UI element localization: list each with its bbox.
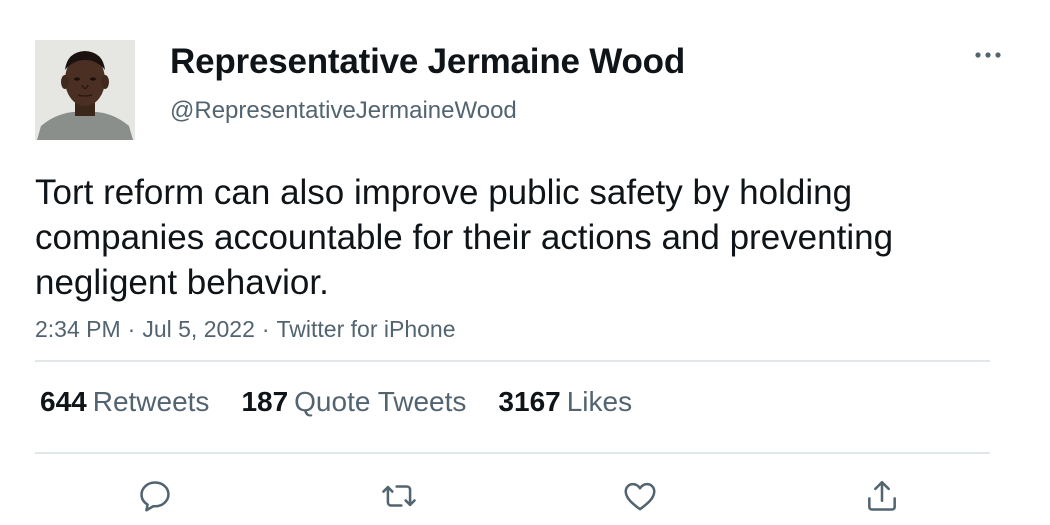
avatar[interactable] xyxy=(35,40,135,140)
likes-label: Likes xyxy=(566,386,633,417)
author-display-name[interactable]: Representative Jermaine Wood xyxy=(170,42,685,82)
tweet-meta: 2:34 PM · Jul 5, 2022 · Twitter for iPhone xyxy=(35,316,456,343)
meta-separator: · xyxy=(127,316,136,342)
action-bar xyxy=(0,474,1050,518)
divider xyxy=(35,360,990,362)
reply-button[interactable] xyxy=(133,474,177,518)
heart-icon xyxy=(624,482,656,511)
more-horizontal-icon xyxy=(975,52,1001,58)
tweet-text: Tort reform can also improve public safe… xyxy=(35,173,894,302)
reply-icon xyxy=(140,481,170,512)
quote-tweets-stat[interactable]: 187 Quote Tweets xyxy=(241,386,466,418)
share-button[interactable] xyxy=(860,474,904,518)
quote-tweets-count: 187 xyxy=(241,386,289,417)
tweet-date[interactable]: Jul 5, 2022 xyxy=(142,316,255,342)
retweets-count: 644 xyxy=(40,386,87,417)
divider xyxy=(35,452,990,454)
tweet-time[interactable]: 2:34 PM xyxy=(35,316,121,342)
avatar-photo xyxy=(35,40,135,140)
tweet-card: Representative Jermaine Wood @Representa… xyxy=(0,0,1050,525)
likes-stat[interactable]: 3167 Likes xyxy=(498,386,632,418)
meta-separator: · xyxy=(261,316,270,342)
retweets-stat[interactable]: 644 Retweets xyxy=(40,386,209,418)
engagement-stats: 644 Retweets 187 Quote Tweets 3167 Likes xyxy=(40,386,664,418)
author-handle[interactable]: @RepresentativeJermaineWood xyxy=(170,97,517,125)
retweet-icon xyxy=(382,485,416,507)
share-icon xyxy=(868,480,896,511)
tweet-source[interactable]: Twitter for iPhone xyxy=(277,316,456,342)
retweets-label: Retweets xyxy=(92,386,210,417)
likes-count: 3167 xyxy=(498,386,561,417)
more-options-button[interactable] xyxy=(968,40,1008,70)
retweet-button[interactable] xyxy=(377,474,421,518)
quote-tweets-label: Quote Tweets xyxy=(294,386,467,417)
like-button[interactable] xyxy=(618,474,662,518)
